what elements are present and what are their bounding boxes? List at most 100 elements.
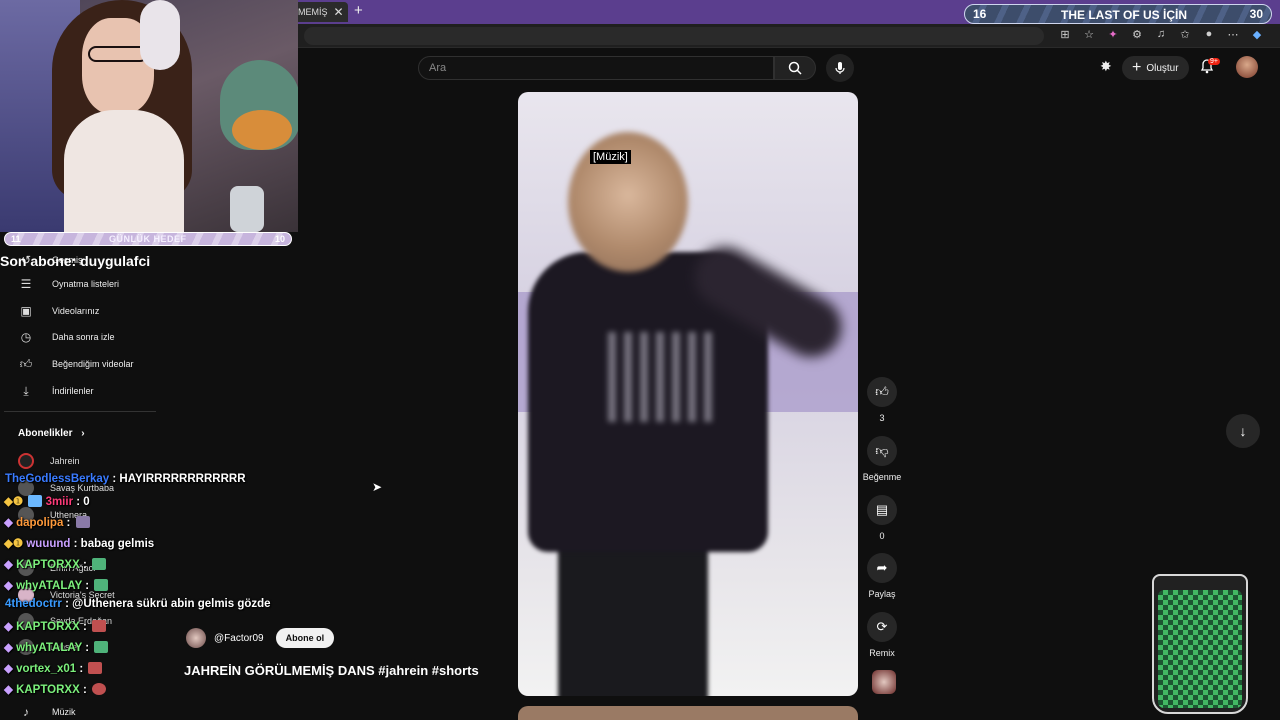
- emote-icon: [94, 641, 109, 653]
- emote-icon: [92, 620, 107, 632]
- sidebar-divider: [4, 411, 156, 412]
- like-button[interactable]: 👍︎ 3: [866, 377, 898, 423]
- profile-icon[interactable]: ●: [1202, 28, 1216, 41]
- copilot-icon[interactable]: ◆: [1250, 28, 1264, 41]
- comment-icon: ▤: [867, 495, 897, 525]
- bookmark-star-icon[interactable]: ☆: [1082, 28, 1096, 41]
- sidebar-item-downloads[interactable]: ⤓ İndirilenler: [18, 381, 94, 401]
- sidebar-item-liked-videos[interactable]: 👍︎ Beğendiğim videolar: [18, 354, 134, 374]
- next-short-preview[interactable]: [518, 706, 858, 720]
- subscription-label: Jahrein: [50, 456, 80, 466]
- badge-icon: ◆❶: [4, 496, 24, 508]
- gemini-icon[interactable]: ✸: [1100, 58, 1112, 75]
- create-label: Oluştur: [1146, 62, 1179, 74]
- badge-icon: ◆: [4, 559, 13, 571]
- stream-goal-bar: 16 THE LAST OF US İÇİN 30: [964, 4, 1272, 24]
- chat-username: dapolipa: [16, 517, 64, 529]
- chat-text: : babag gelmis: [73, 538, 155, 550]
- share-button[interactable]: ➦ Paylaş: [866, 553, 898, 599]
- like-icon: 👍︎: [19, 356, 33, 371]
- channel-avatar[interactable]: [186, 628, 206, 648]
- chat-username: KAPTORXX: [16, 684, 80, 696]
- voice-search-button[interactable]: [826, 54, 854, 82]
- close-tab-icon[interactable]: ✕: [334, 5, 344, 19]
- dancer-pants: [558, 532, 708, 696]
- dislike-label: Beğenme: [862, 472, 902, 482]
- sidebar-item-your-videos[interactable]: ▣ Videolarınız: [18, 301, 99, 321]
- stream-jar-widget: [1152, 574, 1248, 714]
- chat-message: ◆ KAPTORXX :: [4, 682, 107, 696]
- browser-toolbar: ⊞ ☆ ✦ ⚙ ♫ ✩ ● ⋯ ◆: [1058, 28, 1264, 41]
- jar-contents: [1158, 590, 1242, 708]
- chat-message: ◆❶ wuuund : babag gelmis: [4, 536, 154, 550]
- next-video-button[interactable]: ↓: [1226, 414, 1260, 448]
- search-input[interactable]: Ara: [418, 56, 774, 80]
- channel-avatar: [18, 453, 34, 469]
- chevron-right-icon: ›: [81, 428, 85, 439]
- webcam-overlay: [0, 0, 298, 232]
- chat-message: 4thedoctrr : @Uthenera sükrü abin gelmis…: [5, 598, 271, 610]
- subscriptions-heading[interactable]: Abonelikler ›: [18, 428, 85, 439]
- chat-username: KAPTORXX: [16, 559, 80, 571]
- streamer-glasses: [88, 46, 148, 62]
- share-icon: ➦: [867, 553, 897, 583]
- channel-row: @Factor09 Abone ol: [186, 628, 335, 648]
- video-caption: [Müzik]: [590, 150, 631, 164]
- chat-message: ◆ KAPTORXX :: [4, 619, 107, 633]
- chat-message: ◆❶ 3miir : 0: [4, 494, 90, 508]
- subscription-item[interactable]: Jahrein: [18, 451, 80, 471]
- badge-icon: ◆: [4, 642, 13, 654]
- chat-text: :: [82, 621, 87, 633]
- dislike-button[interactable]: 👎︎ Beğenme: [860, 436, 904, 482]
- share-label: Paylaş: [868, 589, 896, 599]
- chat-text: :: [79, 663, 84, 675]
- extension-icon[interactable]: ✦: [1106, 28, 1120, 41]
- subscribe-button[interactable]: Abone ol: [275, 628, 335, 648]
- chat-message: ◆ KAPTORXX :: [4, 557, 107, 571]
- sidebar-item-playlists[interactable]: ☰ Oynatma listeleri: [18, 274, 119, 294]
- goal-label: GÜNLÜK HEDEF: [109, 234, 187, 244]
- chat-text: :: [82, 684, 87, 696]
- stream-counter-right: 30: [1249, 7, 1263, 21]
- sound-avatar[interactable]: [872, 670, 896, 694]
- media-icon[interactable]: ♫: [1154, 28, 1168, 41]
- sidebar-item-label: Daha sonra izle: [52, 332, 115, 342]
- sidebar-item-label: Oynatma listeleri: [52, 279, 120, 289]
- puzzle-icon[interactable]: ⚙: [1130, 28, 1144, 41]
- chat-text: : HAYIRRRRRRRRRRRR: [112, 473, 246, 485]
- channel-name[interactable]: @Factor09: [214, 633, 264, 644]
- tab-search-icon[interactable]: ⊞: [1058, 28, 1072, 41]
- stream-goal-title: THE LAST OF US İÇİN: [1061, 8, 1187, 22]
- mouse-cursor-icon: ➤: [372, 480, 383, 494]
- account-avatar[interactable]: [1236, 56, 1258, 78]
- more-menu-icon[interactable]: ⋯: [1226, 28, 1240, 41]
- url-field[interactable]: [304, 27, 1044, 45]
- tab-title: MEMİŞ: [298, 7, 328, 17]
- search-icon: [788, 61, 802, 75]
- new-tab-button[interactable]: +: [354, 2, 363, 19]
- sidebar-item-music[interactable]: ♪ Müzik: [18, 702, 76, 720]
- chat-username: KAPTORXX: [16, 621, 80, 633]
- comments-button[interactable]: ▤ 0: [866, 495, 898, 541]
- badge-icon: ◆: [4, 663, 13, 675]
- sidebar-item-label: İndirilenler: [52, 386, 94, 396]
- chat-username: wuuund: [26, 538, 71, 550]
- search-button[interactable]: [774, 56, 816, 80]
- sidebar-item-watch-later[interactable]: ◷ Daha sonra izle: [18, 327, 115, 347]
- chat-text: :: [66, 517, 71, 529]
- arrow-down-icon: ↓: [1239, 423, 1247, 439]
- favorites-icon[interactable]: ✩: [1178, 28, 1192, 41]
- thumbs-down-icon: 👎︎: [867, 436, 897, 466]
- emote-icon: [75, 516, 90, 528]
- video-title[interactable]: JAHREİN GÖRÜLMEMİŞ DANS #jahrein #shorts: [184, 663, 479, 678]
- create-button[interactable]: + Oluştur: [1122, 56, 1189, 80]
- chat-username: whyATALAY: [16, 642, 83, 654]
- plus-icon: +: [1132, 59, 1142, 76]
- badge-icon: ◆: [4, 517, 13, 529]
- remix-button[interactable]: ⟳ Remix: [866, 612, 898, 658]
- emote-icon: [94, 579, 109, 591]
- shorts-video-player[interactable]: [518, 92, 858, 696]
- chat-username: vortex_x01: [16, 663, 77, 675]
- badge-icon: ◆: [4, 580, 13, 592]
- browser-tab[interactable]: MEMİŞ ✕: [292, 2, 348, 22]
